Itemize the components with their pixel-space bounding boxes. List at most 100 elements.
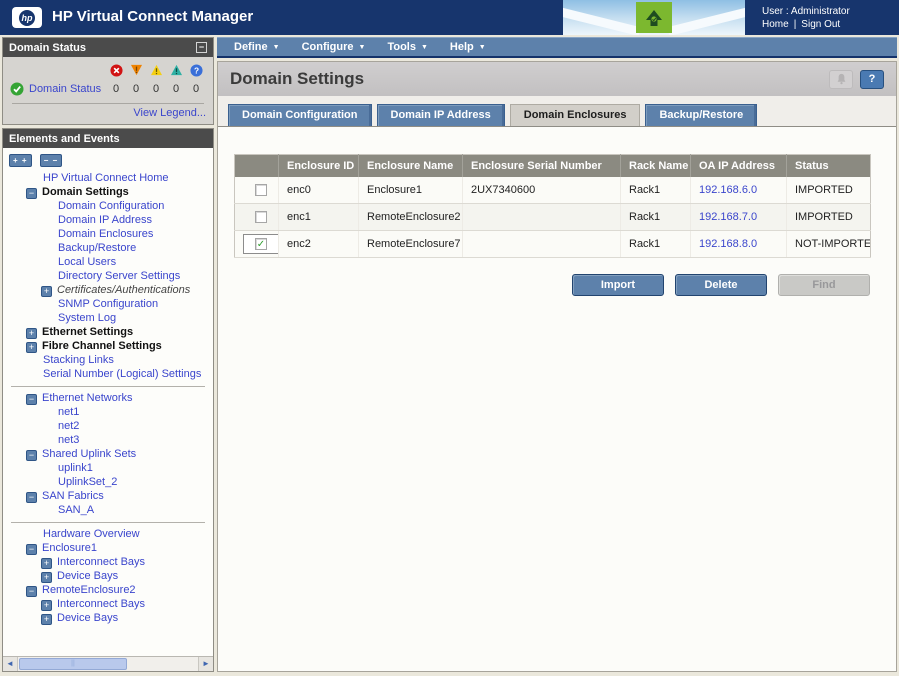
tab-strip: Domain ConfigurationDomain IP AddressDom… bbox=[218, 96, 896, 127]
tree-item-serial-number-logical-settings[interactable]: Serial Number (Logical) Settings bbox=[3, 367, 213, 381]
select-cell bbox=[235, 177, 279, 204]
tree-item-fibre-channel-settings[interactable]: +Fibre Channel Settings bbox=[3, 339, 213, 353]
svg-text:?: ? bbox=[193, 65, 198, 75]
tree-item-snmp-configuration[interactable]: SNMP Configuration bbox=[3, 297, 213, 311]
oa-ip-link[interactable]: 192.168.8.0 bbox=[699, 238, 757, 250]
row-checkbox[interactable]: ✓ bbox=[255, 238, 267, 250]
tree-expand-icon[interactable]: + bbox=[41, 572, 52, 583]
tree-item-device-bays[interactable]: +Device Bays bbox=[3, 611, 213, 625]
content-panel: Domain Settings ? Domain ConfigurationDo… bbox=[217, 61, 897, 672]
sidebar: Domain Status − ? Domain Status 00000 Vi… bbox=[2, 37, 214, 672]
status-count: 0 bbox=[186, 83, 206, 95]
alerts-bell-icon[interactable] bbox=[829, 70, 853, 89]
tree-item-backup-restore[interactable]: Backup/Restore bbox=[3, 241, 213, 255]
tree-collapse-icon[interactable]: − bbox=[26, 394, 37, 405]
tree-item-san-a[interactable]: SAN_A bbox=[3, 503, 213, 517]
tree-expand-icon[interactable]: + bbox=[26, 342, 37, 353]
ok-icon bbox=[10, 82, 24, 96]
tree-expand-icon[interactable]: + bbox=[41, 286, 52, 297]
tree-item-domain-ip-address[interactable]: Domain IP Address bbox=[3, 213, 213, 227]
expand-all-button[interactable]: + + bbox=[9, 154, 32, 167]
tree-item-shared-uplink-sets[interactable]: −Shared Uplink Sets bbox=[3, 447, 213, 461]
collapse-panel-icon[interactable]: − bbox=[196, 42, 207, 53]
tree-item-label: SAN_A bbox=[58, 504, 94, 516]
scroll-left-icon[interactable]: ◄ bbox=[3, 657, 18, 671]
tree-item-directory-server-settings[interactable]: Directory Server Settings bbox=[3, 269, 213, 283]
row-checkbox[interactable] bbox=[255, 184, 267, 196]
column-header-enclosure-name: Enclosure Name bbox=[359, 155, 463, 177]
tree-item-domain-settings[interactable]: −Domain Settings bbox=[3, 185, 213, 199]
tree-item-domain-configuration[interactable]: Domain Configuration bbox=[3, 199, 213, 213]
column-header-select bbox=[235, 155, 279, 177]
tree-item-certificates-authentications[interactable]: +Certificates/Authentications bbox=[3, 283, 213, 297]
cell-serial-number bbox=[463, 203, 621, 230]
tree-item-enclosure1[interactable]: −Enclosure1 bbox=[3, 541, 213, 555]
action-buttons: Import Delete Find bbox=[234, 274, 870, 296]
tree-item-net3[interactable]: net3 bbox=[3, 433, 213, 447]
oa-ip-link[interactable]: 192.168.7.0 bbox=[699, 211, 757, 223]
delete-button[interactable]: Delete bbox=[675, 274, 767, 296]
tree-expand-icon[interactable]: + bbox=[41, 558, 52, 569]
help-icon[interactable]: ? bbox=[860, 70, 884, 89]
tree-item-uplink1[interactable]: uplink1 bbox=[3, 461, 213, 475]
tree-collapse-icon[interactable]: − bbox=[26, 544, 37, 555]
divider bbox=[12, 103, 204, 104]
menu-configure[interactable]: Configure▼ bbox=[291, 41, 377, 53]
enclosures-table: Enclosure IDEnclosure NameEnclosure Seri… bbox=[234, 154, 871, 258]
tree-item-hardware-overview[interactable]: Hardware Overview bbox=[3, 527, 213, 541]
oa-ip-link[interactable]: 192.168.6.0 bbox=[699, 184, 757, 196]
status-icons-row: ? bbox=[10, 62, 206, 78]
menu-help[interactable]: Help▼ bbox=[439, 41, 497, 53]
horizontal-scrollbar[interactable]: ◄ || ► bbox=[3, 656, 213, 671]
tree-item-stacking-links[interactable]: Stacking Links bbox=[3, 353, 213, 367]
tree-item-label: uplink1 bbox=[58, 462, 93, 474]
scroll-right-icon[interactable]: ► bbox=[198, 657, 213, 671]
tree-item-device-bays[interactable]: +Device Bays bbox=[3, 569, 213, 583]
cell-status: NOT-IMPORTED bbox=[787, 230, 871, 257]
elements-panel-header: Elements and Events bbox=[3, 129, 213, 148]
tab-backup-restore[interactable]: Backup/Restore bbox=[645, 104, 757, 126]
tree-item-san-fabrics[interactable]: −SAN Fabrics bbox=[3, 489, 213, 503]
signout-link[interactable]: Sign Out bbox=[801, 19, 840, 30]
tree-item-remoteenclosure2[interactable]: −RemoteEnclosure2 bbox=[3, 583, 213, 597]
tree-collapse-icon[interactable]: − bbox=[26, 450, 37, 461]
tree-item-label: SNMP Configuration bbox=[58, 298, 158, 310]
home-link[interactable]: Home bbox=[762, 19, 789, 30]
tree-item-uplinkset-2[interactable]: UplinkSet_2 bbox=[3, 475, 213, 489]
tree-item-label: System Log bbox=[58, 312, 116, 324]
collapse-all-button[interactable]: − − bbox=[40, 154, 63, 167]
dropdown-arrow-icon: ▼ bbox=[479, 44, 486, 51]
tab-domain-enclosures[interactable]: Domain Enclosures bbox=[510, 104, 641, 126]
tab-domain-configuration[interactable]: Domain Configuration bbox=[228, 104, 372, 126]
tree-item-label: Directory Server Settings bbox=[58, 270, 180, 282]
hp-logo: hp bbox=[12, 7, 42, 28]
import-button[interactable]: Import bbox=[572, 274, 664, 296]
navigation-tree: HP Virtual Connect Home−Domain SettingsD… bbox=[3, 171, 213, 625]
tree-item-ethernet-networks[interactable]: −Ethernet Networks bbox=[3, 391, 213, 405]
tree-expand-icon[interactable]: + bbox=[41, 614, 52, 625]
tree-item-interconnect-bays[interactable]: +Interconnect Bays bbox=[3, 555, 213, 569]
tree-collapse-icon[interactable]: − bbox=[26, 492, 37, 503]
menu-define[interactable]: Define▼ bbox=[223, 41, 291, 53]
view-legend-link[interactable]: View Legend... bbox=[10, 107, 206, 119]
tree-item-system-log[interactable]: System Log bbox=[3, 311, 213, 325]
row-checkbox[interactable] bbox=[255, 211, 267, 223]
tree-expand-icon[interactable]: + bbox=[41, 600, 52, 611]
status-count: 0 bbox=[106, 83, 126, 95]
table-header-row: Enclosure IDEnclosure NameEnclosure Seri… bbox=[235, 155, 871, 177]
tree-item-local-users[interactable]: Local Users bbox=[3, 255, 213, 269]
tree-item-net2[interactable]: net2 bbox=[3, 419, 213, 433]
scrollbar-thumb[interactable]: || bbox=[19, 658, 127, 670]
tree-expand-icon[interactable]: + bbox=[26, 328, 37, 339]
menu-tools[interactable]: Tools▼ bbox=[376, 41, 438, 53]
tree-collapse-icon[interactable]: − bbox=[26, 586, 37, 597]
tree-item-domain-enclosures[interactable]: Domain Enclosures bbox=[3, 227, 213, 241]
tree-collapse-icon[interactable]: − bbox=[26, 188, 37, 199]
tab-domain-ip-address[interactable]: Domain IP Address bbox=[377, 104, 505, 126]
tree-item-interconnect-bays[interactable]: +Interconnect Bays bbox=[3, 597, 213, 611]
tree-item-net1[interactable]: net1 bbox=[3, 405, 213, 419]
tree-item-ethernet-settings[interactable]: +Ethernet Settings bbox=[3, 325, 213, 339]
tree-item-hp-virtual-connect-home[interactable]: HP Virtual Connect Home bbox=[3, 171, 213, 185]
user-label: User : Administrator bbox=[762, 5, 850, 18]
domain-status-link[interactable]: Domain Status bbox=[29, 83, 106, 95]
